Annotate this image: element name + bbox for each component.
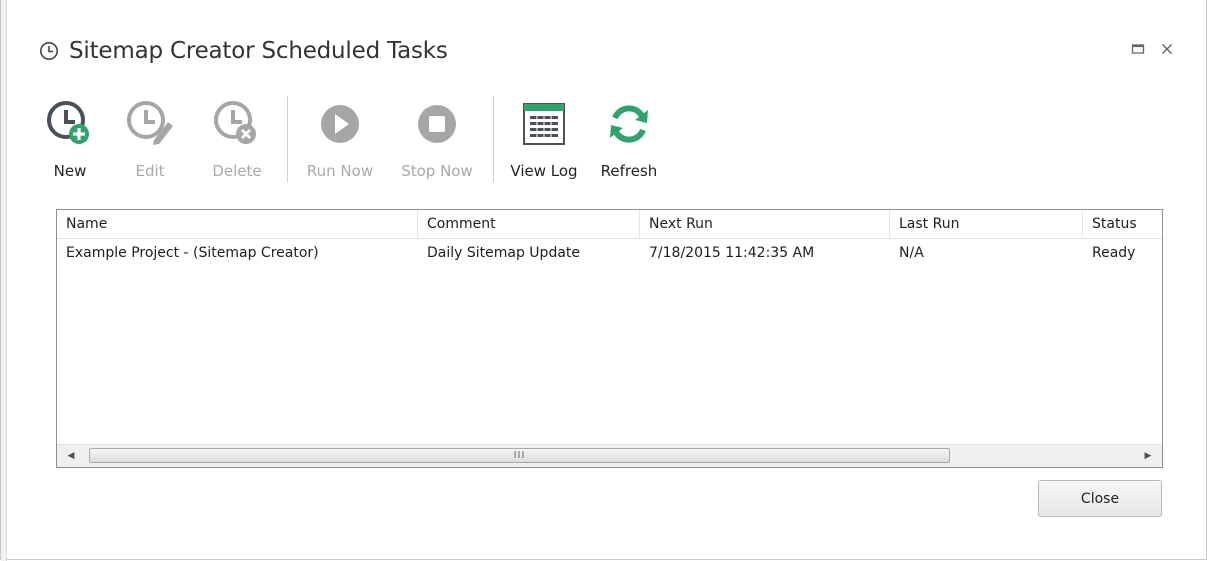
toolbar-separator xyxy=(493,96,494,182)
close-icon[interactable] xyxy=(1158,40,1176,58)
delete-button[interactable]: Delete xyxy=(205,92,269,184)
edit-button[interactable]: Edit xyxy=(125,92,175,184)
log-table-icon xyxy=(516,96,572,152)
table-row[interactable]: Example Project - (Sitemap Creator) Dail… xyxy=(57,239,1162,267)
edit-task-icon xyxy=(122,96,178,152)
run-now-button[interactable]: Run Now xyxy=(297,92,383,184)
stop-now-button-label: Stop Now xyxy=(401,162,473,180)
cell-next-run: 7/18/2015 11:42:35 AM xyxy=(649,245,815,261)
delete-button-label: Delete xyxy=(212,162,262,180)
stop-now-button[interactable]: Stop Now xyxy=(392,92,482,184)
cell-comment: Daily Sitemap Update xyxy=(427,245,581,261)
clock-icon xyxy=(39,41,59,61)
column-header-next-run[interactable]: Next Run xyxy=(640,210,890,238)
scrollbar-grip: III xyxy=(513,449,526,461)
scroll-left-arrow-icon[interactable]: ◀ xyxy=(61,445,81,467)
play-icon xyxy=(312,96,368,152)
maximize-icon[interactable] xyxy=(1129,40,1147,58)
cell-last-run: N/A xyxy=(899,245,924,261)
view-log-button[interactable]: View Log xyxy=(502,92,586,184)
new-button-label: New xyxy=(53,162,87,180)
stop-icon xyxy=(409,96,465,152)
close-button[interactable]: Close xyxy=(1038,480,1162,517)
toolbar-separator xyxy=(287,96,288,182)
scrollbar-thumb[interactable]: III xyxy=(89,448,950,463)
edit-button-label: Edit xyxy=(135,162,165,180)
cell-name: Example Project - (Sitemap Creator) xyxy=(66,245,319,261)
run-now-button-label: Run Now xyxy=(306,162,374,180)
tasks-grid[interactable]: Name Comment Next Run Last Run Status Ex… xyxy=(56,209,1163,468)
column-header-name[interactable]: Name xyxy=(57,210,418,238)
horizontal-scrollbar[interactable]: ◀ III ▶ xyxy=(57,444,1162,467)
scroll-right-arrow-icon[interactable]: ▶ xyxy=(1138,445,1158,467)
refresh-icon xyxy=(601,96,657,152)
window-title-bar: Sitemap Creator Scheduled Tasks xyxy=(39,33,448,69)
grid-header: Name Comment Next Run Last Run Status xyxy=(57,210,1162,239)
delete-task-icon xyxy=(209,96,265,152)
refresh-button-label: Refresh xyxy=(600,162,658,180)
view-log-button-label: View Log xyxy=(510,162,578,180)
window-left-edge xyxy=(1,0,7,561)
new-task-icon xyxy=(42,96,98,152)
column-header-last-run[interactable]: Last Run xyxy=(890,210,1083,238)
new-button[interactable]: New xyxy=(41,92,99,184)
column-header-status[interactable]: Status xyxy=(1083,210,1162,238)
scheduled-tasks-window: Sitemap Creator Scheduled Tasks New Edit… xyxy=(0,0,1207,561)
window-title: Sitemap Creator Scheduled Tasks xyxy=(69,38,448,64)
column-header-comment[interactable]: Comment xyxy=(418,210,640,238)
cell-status: Ready xyxy=(1092,245,1136,261)
refresh-button[interactable]: Refresh xyxy=(595,92,663,184)
